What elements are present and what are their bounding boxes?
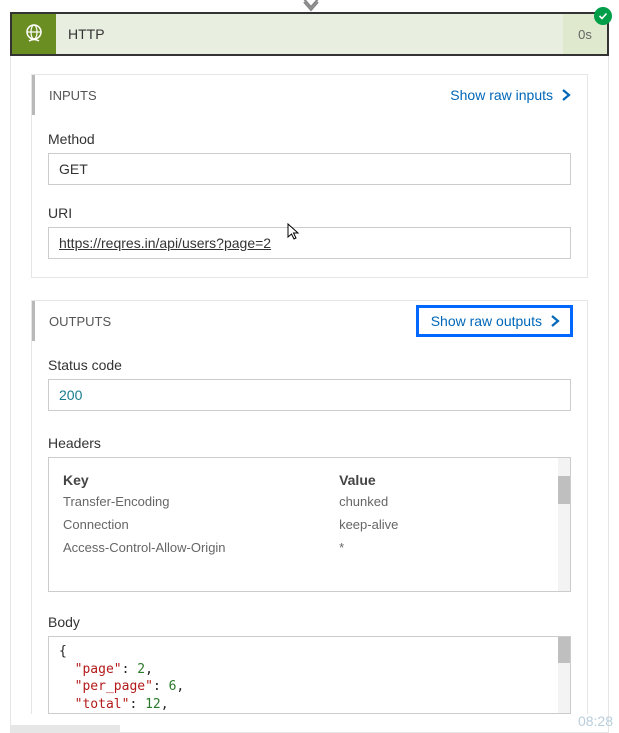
action-body-panel: INPUTS Show raw inputs Method GET URI ht… [10,56,609,733]
body-scrollbar[interactable] [558,637,570,713]
header-value: * [339,540,556,555]
flow-arrow-down-icon [302,0,320,17]
body-label: Body [48,614,571,630]
header-key: Connection [63,517,339,532]
show-raw-inputs-link[interactable]: Show raw inputs [450,87,573,103]
status-code-label: Status code [48,357,571,373]
inputs-title: INPUTS [49,88,97,103]
inputs-header: INPUTS Show raw inputs [32,75,587,115]
header-value: keep-alive [339,517,556,532]
header-key: Transfer-Encoding [63,494,339,509]
outputs-section: OUTPUTS Show raw outputs Status code 200… [31,300,588,714]
chevron-right-icon [559,88,573,102]
headers-scrollbar-thumb[interactable] [558,476,570,504]
table-row: Access-Control-Allow-Origin * [63,536,556,559]
http-globe-icon [12,14,56,54]
method-value: GET [59,161,88,177]
header-value: chunked [339,494,556,509]
uri-value[interactable]: https://reqres.in/api/users?page=2 [59,235,271,251]
headers-column-header: Key Value [63,468,556,490]
headers-label: Headers [48,435,571,451]
chevron-right-icon [548,314,562,328]
status-success-icon [594,7,612,25]
headers-table: Key Value Transfer-Encoding chunked Conn… [48,457,571,592]
headers-scrollbar[interactable] [558,458,570,591]
header-key: Access-Control-Allow-Origin [63,540,339,555]
method-value-box: GET [48,153,571,185]
outputs-title: OUTPUTS [49,314,111,329]
method-label: Method [48,131,571,147]
status-code-box: 200 [48,379,571,411]
show-raw-outputs-label: Show raw outputs [431,313,542,329]
uri-value-box: https://reqres.in/api/users?page=2 [48,227,571,259]
show-raw-outputs-link[interactable]: Show raw outputs [416,305,573,337]
body-json-box: { "page": 2, "per_page": 6, "total": 12,… [48,636,571,714]
table-row: Transfer-Encoding chunked [63,490,556,513]
inputs-section: INPUTS Show raw inputs Method GET URI ht… [31,74,588,278]
bottom-strip [10,725,120,733]
status-code-value: 200 [59,387,82,403]
outputs-header: OUTPUTS Show raw outputs [32,301,587,341]
show-raw-inputs-label: Show raw inputs [450,87,553,103]
body-scrollbar-thumb[interactable] [558,637,570,663]
headers-value-col: Value [339,472,556,488]
timestamp-watermark: 08:28 [578,713,613,729]
headers-key-col: Key [63,472,339,488]
action-title: HTTP [56,14,563,54]
table-row: Connection keep-alive [63,513,556,536]
action-header[interactable]: HTTP 0s [10,12,609,56]
uri-label: URI [48,205,571,221]
